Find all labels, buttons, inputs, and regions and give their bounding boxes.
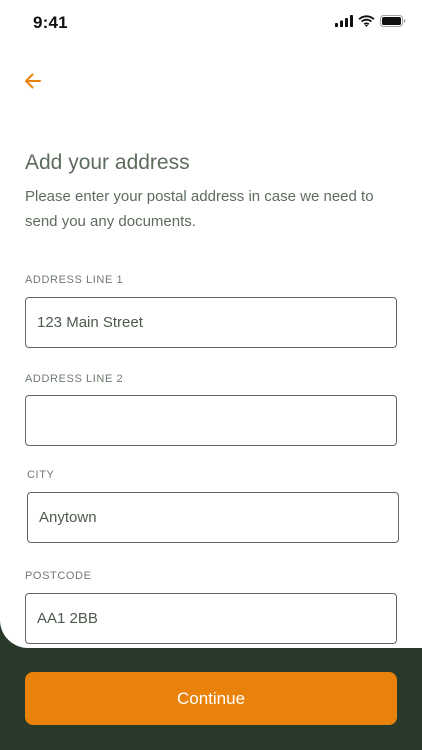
address-line-2-label: ADDRESS LINE 2 (25, 373, 124, 385)
battery-icon (380, 15, 406, 27)
status-time: 9:41 (33, 13, 68, 32)
address-line-2-input[interactable] (25, 395, 397, 446)
wifi-icon (358, 15, 375, 27)
address-form-screen: 9:41 Add your address Please enter your … (0, 0, 422, 648)
arrow-left-icon (25, 73, 41, 89)
page-subtitle: Please enter your postal address in case… (25, 188, 374, 230)
postcode-input[interactable] (25, 593, 397, 644)
address-line-1-label: ADDRESS LINE 1 (25, 274, 124, 286)
cellular-signal-icon (335, 15, 353, 27)
status-bar: 9:41 (0, 0, 422, 46)
city-input[interactable] (27, 492, 399, 543)
continue-button[interactable]: Continue (25, 672, 397, 725)
address-line-1-input[interactable] (25, 297, 397, 348)
page-title: Add your address (25, 151, 190, 174)
back-button[interactable] (22, 70, 44, 92)
city-label: CITY (27, 469, 55, 481)
postcode-label: POSTCODE (25, 570, 92, 582)
status-icons (335, 15, 406, 27)
